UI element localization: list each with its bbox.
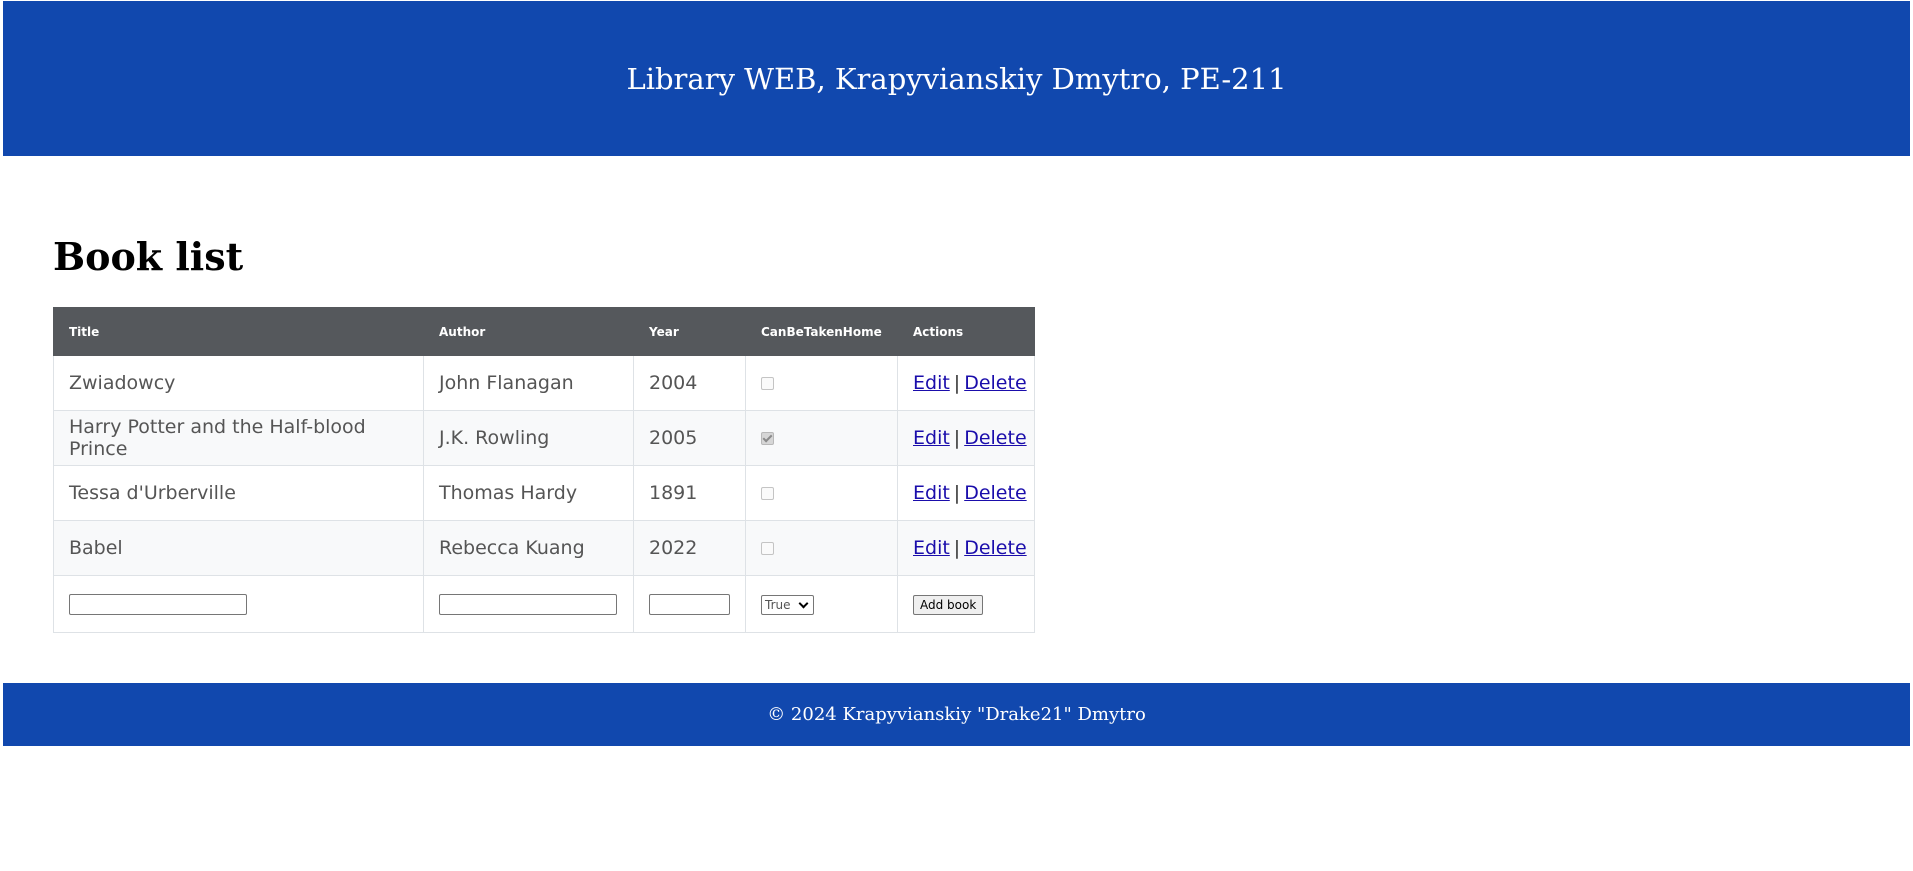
actions-cell: Edit | Delete [897,520,1035,576]
actions-cell: Edit | Delete [897,465,1035,521]
add-button-cell: Add book [897,575,1035,633]
site-title: Library WEB, Krapyvianskiy Dmytro, PE-21… [626,61,1287,96]
site-footer: © 2024 Krapyvianskiy "Drake21" Dmytro [3,683,1910,746]
book-title-cell: Tessa d'Urberville [53,465,424,521]
action-separator: | [953,372,961,394]
footer-copyright: © 2024 Krapyvianskiy "Drake21" Dmytro [767,704,1146,725]
site-header: Library WEB, Krapyvianskiy Dmytro, PE-21… [3,1,1910,156]
column-header-year: Year [633,307,746,356]
delete-link[interactable]: Delete [964,482,1026,504]
table-row: Babel Rebecca Kuang 2022 Edit | Delete [53,520,1035,576]
can-take-home-checkbox [761,542,774,555]
table-row: Harry Potter and the Half-blood Prince J… [53,410,1035,466]
can-take-home-cell [745,355,898,411]
table-row: Zwiadowcy John Flanagan 2004 Edit | Delete [53,355,1035,411]
title-input-cell [53,575,424,633]
add-book-form-row: True Add book [53,575,1035,633]
can-take-home-cell [745,520,898,576]
column-header-author: Author [423,307,634,356]
book-author-cell: John Flanagan [423,355,634,411]
chevron-down-icon [798,598,808,608]
actions-cell: Edit | Delete [897,355,1035,411]
can-take-home-checkbox [761,432,774,445]
year-input-cell [633,575,746,633]
book-author-cell: Rebecca Kuang [423,520,634,576]
book-year-cell: 1891 [633,465,746,521]
action-separator: | [953,537,961,559]
year-input[interactable] [649,594,730,615]
book-author-cell: J.K. Rowling [423,410,634,466]
add-book-button[interactable]: Add book [913,594,984,615]
action-separator: | [953,427,961,449]
table-header-row: Title Author Year CanBeTakenHome Actions [53,307,1035,356]
can-take-home-select[interactable]: True [761,594,814,615]
book-title-cell: Babel [53,520,424,576]
can-take-home-checkbox [761,377,774,390]
book-title-cell: Zwiadowcy [53,355,424,411]
can-take-home-checkbox [761,487,774,500]
table-row: Tessa d'Urberville Thomas Hardy 1891 Edi… [53,465,1035,521]
page-title: Book list [53,234,244,279]
author-input-cell [423,575,634,633]
delete-link[interactable]: Delete [964,537,1026,559]
column-header-can-be-taken-home: CanBeTakenHome [745,307,898,356]
book-title-cell: Harry Potter and the Half-blood Prince [53,410,424,466]
delete-link[interactable]: Delete [964,372,1026,394]
can-take-home-cell [745,465,898,521]
book-author-cell: Thomas Hardy [423,465,634,521]
action-separator: | [953,482,961,504]
edit-link[interactable]: Edit [913,427,950,449]
can-take-home-selected-value: True [765,597,791,612]
edit-link[interactable]: Edit [913,372,950,394]
author-input[interactable] [439,594,617,615]
book-table: Title Author Year CanBeTakenHome Actions… [53,307,1035,633]
can-take-home-select-cell: True [745,575,898,633]
column-header-title: Title [53,307,424,356]
book-year-cell: 2004 [633,355,746,411]
book-year-cell: 2022 [633,520,746,576]
can-take-home-cell [745,410,898,466]
book-year-cell: 2005 [633,410,746,466]
title-input[interactable] [69,594,247,615]
delete-link[interactable]: Delete [964,427,1026,449]
column-header-actions: Actions [897,307,1035,356]
edit-link[interactable]: Edit [913,537,950,559]
actions-cell: Edit | Delete [897,410,1035,466]
edit-link[interactable]: Edit [913,482,950,504]
